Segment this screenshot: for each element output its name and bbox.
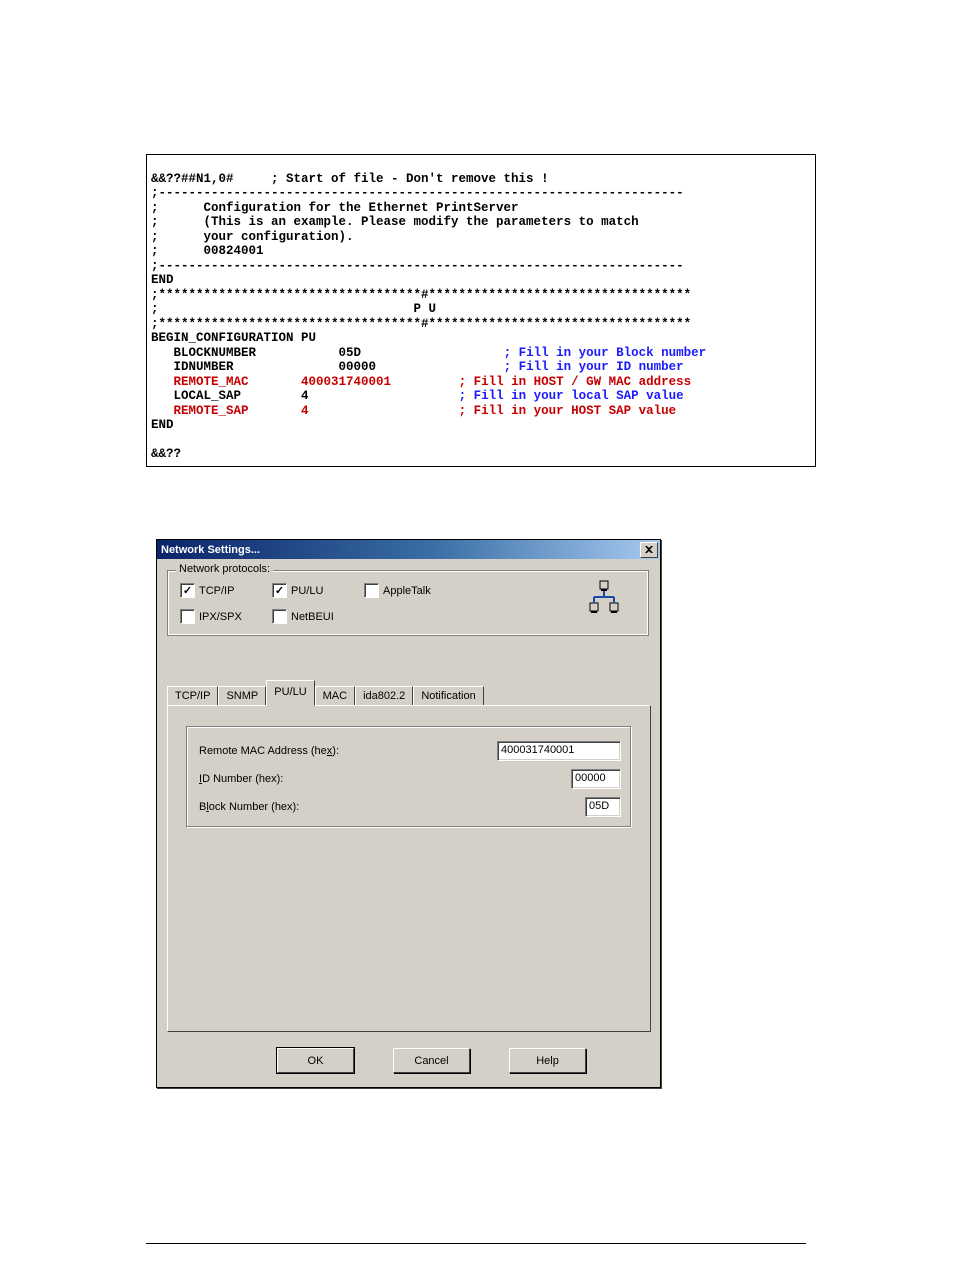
code-line: BLOCKNUMBER 05D	[151, 346, 504, 360]
code-line: IDNUMBER 00000	[151, 360, 504, 374]
code-line: ;***********************************#***…	[151, 317, 691, 331]
label-text: Remote MAC Address (he	[199, 745, 327, 757]
code-line: ;***********************************#***…	[151, 288, 691, 302]
input-value: 00000	[575, 772, 606, 784]
checkbox-ipxspx[interactable]: IPX/SPX	[180, 609, 242, 624]
checkbox-label: NetBEUI	[291, 611, 334, 623]
code-line: END	[151, 418, 174, 432]
button-label: Cancel	[414, 1055, 448, 1067]
code-comment: ; Fill in your local SAP value	[459, 389, 684, 403]
code-comment-highlight: ; Fill in HOST / GW MAC address	[459, 375, 692, 389]
code-line: &&??##N1,0# ; Start of file - Don't remo…	[151, 172, 549, 186]
code-comment: ; Fill in your ID number	[504, 360, 684, 374]
group-label: Network protocols:	[176, 563, 273, 575]
tab-pulu[interactable]: PU/LU	[266, 680, 314, 706]
tab-notification[interactable]: Notification	[413, 686, 483, 707]
tab-snmp[interactable]: SNMP	[218, 686, 266, 707]
checkbox-icon	[272, 583, 287, 598]
block-number-input[interactable]: 05D	[585, 797, 621, 817]
code-comment: ; Fill in your Block number	[504, 346, 707, 360]
code-line: ; P U	[151, 302, 436, 316]
network-settings-dialog: Network Settings... Network protocols: T…	[156, 539, 661, 1088]
cancel-button[interactable]: Cancel	[393, 1048, 470, 1073]
help-button[interactable]: Help	[509, 1048, 586, 1073]
checkbox-label: AppleTalk	[383, 585, 431, 597]
network-icon	[584, 579, 624, 622]
remote-mac-label: Remote MAC Address (hex):	[199, 745, 339, 757]
label-text: ock Number (hex):	[209, 801, 299, 813]
tab-label: ida802.2	[363, 690, 405, 702]
page-divider	[146, 1243, 806, 1244]
checkbox-label: IPX/SPX	[199, 611, 242, 623]
block-number-label: Block Number (hex):	[199, 801, 299, 813]
tab-panel-pulu: Remote MAC Address (hex): 400031740001 I…	[167, 705, 651, 1032]
code-line: END	[151, 273, 174, 287]
tab-label: MAC	[323, 690, 347, 702]
tab-ida8022[interactable]: ida802.2	[355, 686, 413, 707]
checkbox-icon	[180, 609, 195, 624]
code-line: ; 00824001	[151, 244, 264, 258]
checkbox-pulu[interactable]: PU/LU	[272, 583, 323, 598]
checkbox-icon	[364, 583, 379, 598]
code-comment-highlight: ; Fill in your HOST SAP value	[459, 404, 677, 418]
id-number-input[interactable]: 00000	[571, 769, 621, 789]
tab-label: TCP/IP	[175, 690, 210, 702]
network-protocols-group: Network protocols: TCP/IP PU/LU AppleTal…	[167, 570, 649, 636]
code-line-highlight: REMOTE_MAC 400031740001	[151, 375, 459, 389]
tab-label: PU/LU	[274, 686, 306, 698]
checkbox-label: PU/LU	[291, 585, 323, 597]
button-label: Help	[536, 1055, 559, 1067]
code-line: LOCAL_SAP 4	[151, 389, 459, 403]
checkbox-appletalk[interactable]: AppleTalk	[364, 583, 431, 598]
tab-label: Notification	[421, 690, 475, 702]
code-line: BEGIN_CONFIGURATION PU	[151, 331, 316, 345]
button-label: OK	[308, 1055, 324, 1067]
code-line-highlight: REMOTE_SAP 4	[151, 404, 459, 418]
label-text: D Number (hex):	[202, 773, 283, 785]
ok-button[interactable]: OK	[277, 1048, 354, 1073]
label-text: ):	[332, 745, 339, 757]
checkbox-tcpip[interactable]: TCP/IP	[180, 583, 234, 598]
code-line: ;---------------------------------------…	[151, 259, 684, 273]
checkbox-netbeui[interactable]: NetBEUI	[272, 609, 334, 624]
config-file-listing: &&??##N1,0# ; Start of file - Don't remo…	[146, 154, 816, 467]
code-line: ; Configuration for the Ethernet PrintSe…	[151, 201, 519, 215]
input-value: 05D	[589, 800, 609, 812]
code-line: ; your configuration).	[151, 230, 354, 244]
tab-label: SNMP	[226, 690, 258, 702]
checkbox-icon	[272, 609, 287, 624]
dialog-titlebar[interactable]: Network Settings...	[157, 540, 660, 559]
checkbox-label: TCP/IP	[199, 585, 234, 597]
tab-tcpip[interactable]: TCP/IP	[167, 686, 218, 707]
code-line: ;---------------------------------------…	[151, 186, 684, 200]
close-button[interactable]	[640, 542, 658, 558]
close-icon	[645, 546, 653, 553]
tab-mac[interactable]: MAC	[315, 686, 355, 707]
id-number-label: ID Number (hex):	[199, 773, 283, 785]
code-line: ; (This is an example. Please modify the…	[151, 215, 639, 229]
tab-strip: TCP/IP SNMP PU/LU MAC ida802.2 Notificat…	[167, 684, 652, 706]
checkbox-icon	[180, 583, 195, 598]
dialog-title: Network Settings...	[161, 544, 260, 556]
code-line: &&??	[151, 447, 181, 461]
pulu-fields-group: Remote MAC Address (hex): 400031740001 I…	[186, 726, 632, 828]
remote-mac-input[interactable]: 400031740001	[497, 741, 621, 761]
input-value: 400031740001	[501, 744, 574, 756]
